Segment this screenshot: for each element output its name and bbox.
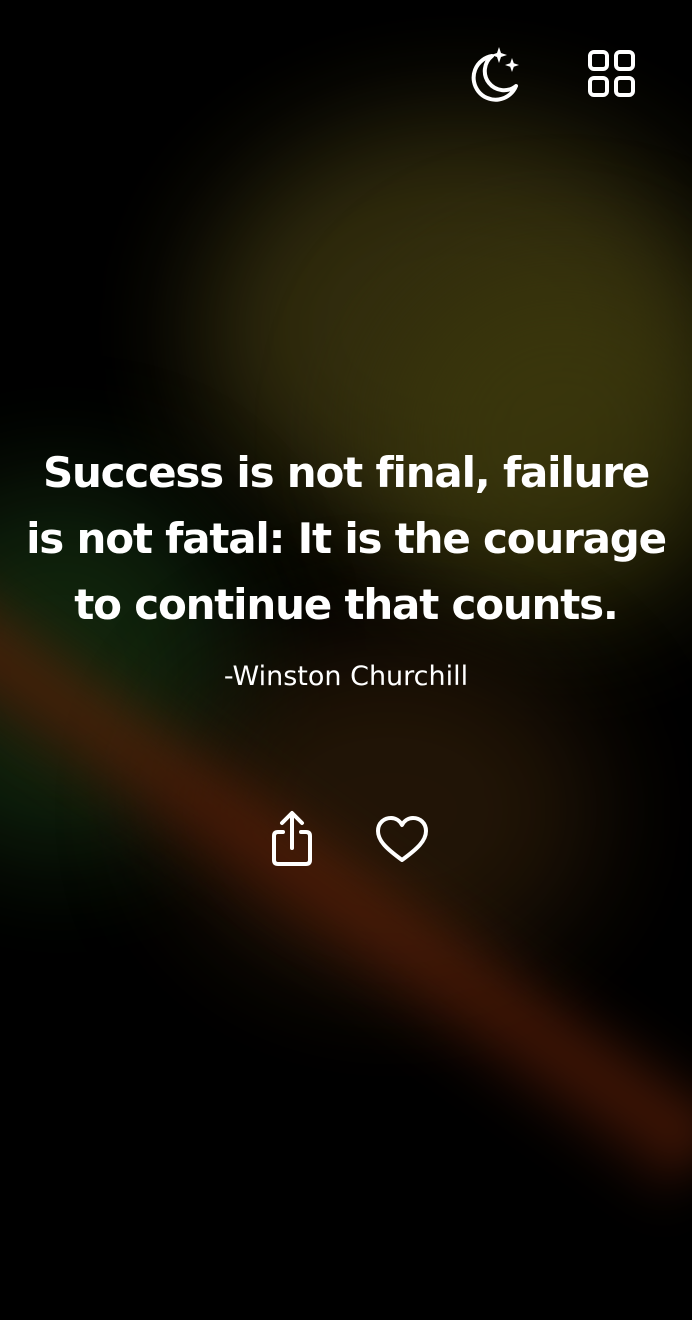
quote-text: Success is not final, failure is not fat… [26,448,667,629]
moon-stars-icon [471,47,519,102]
quote-card: Success is not final, failure is not fat… [0,440,692,694]
top-toolbar [466,44,640,104]
grid-icon [588,50,635,97]
like-button[interactable] [375,810,429,870]
quote-screen: Success is not final, failure is not fat… [0,0,692,1320]
quote-actions [0,810,692,870]
share-button[interactable] [265,810,319,870]
theme-toggle-button[interactable] [466,44,522,104]
categories-grid-button[interactable] [584,44,640,104]
quote-author: -Winston Churchill [223,661,469,692]
share-icon [272,811,312,866]
heart-icon [376,816,428,862]
